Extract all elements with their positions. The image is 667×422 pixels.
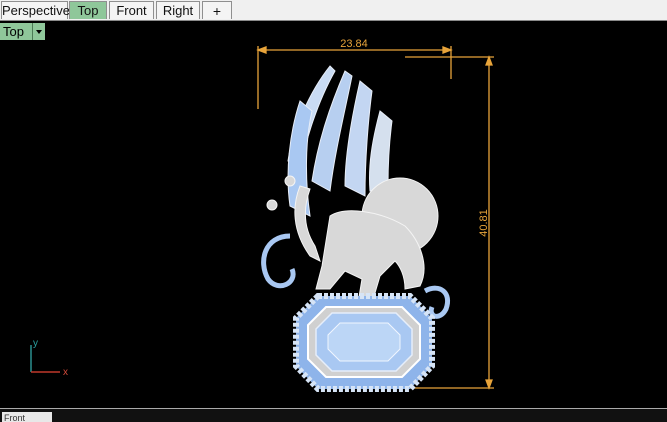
viewport-title-text: Top — [0, 23, 32, 40]
add-tab-button[interactable]: + — [202, 1, 232, 19]
tab-right[interactable]: Right — [156, 1, 200, 19]
axis-indicator: y x — [30, 338, 68, 378]
pendant-model[interactable] — [261, 65, 450, 392]
viewport-title[interactable]: Top — [0, 23, 45, 40]
chevron-down-icon[interactable] — [31, 23, 45, 40]
axis-x-label: x — [63, 367, 68, 378]
tab-front[interactable]: Front — [109, 1, 154, 19]
viewport-tab-bar: Perspective Top Front Right + — [0, 0, 667, 21]
top-viewport[interactable]: 23.84 40.81 y x Top — [0, 21, 667, 408]
width-dimension — [256, 46, 453, 109]
tab-top[interactable]: Top — [69, 1, 107, 19]
center-gemstone[interactable] — [293, 293, 435, 392]
bottom-viewport-strip: Front — [0, 408, 667, 422]
viewport-scene: 23.84 40.81 y x — [30, 38, 494, 392]
axis-y-label: y — [33, 338, 38, 349]
height-dimension-label: 40.81 — [478, 209, 490, 237]
tab-perspective[interactable]: Perspective — [1, 1, 70, 19]
width-dimension-label: 23.84 — [340, 38, 368, 50]
